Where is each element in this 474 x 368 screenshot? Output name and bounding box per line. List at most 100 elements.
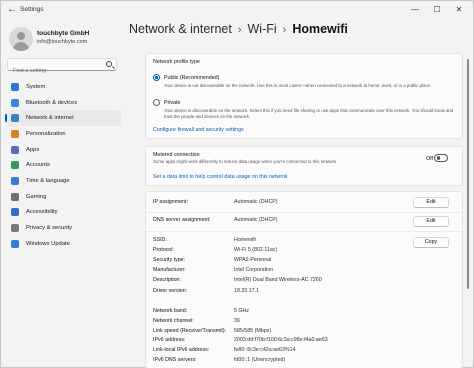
ip-assignment-label: IP assignment: <box>153 199 188 205</box>
property-value: Homewifi <box>234 237 256 243</box>
shield-icon <box>11 224 19 233</box>
private-option-desc: Your device is discoverable on the netwo… <box>164 108 454 119</box>
sidebar-item-label: Personalization <box>26 130 66 137</box>
data-limit-link[interactable]: Set a data limit to help control data us… <box>153 174 288 180</box>
property-label: Link speed (Receive/Transmit): <box>153 328 227 334</box>
sidebar-item[interactable]: Network & internet <box>5 110 121 127</box>
sidebar-item[interactable]: Time & language <box>5 173 121 189</box>
system-icon <box>11 82 19 91</box>
sidebar-item-label: Accounts <box>26 162 50 169</box>
property-label: IPv6 address: <box>153 337 186 343</box>
ip-assignment-value: Automatic (DHCP) <box>234 199 278 205</box>
property-value: 36 <box>234 318 240 324</box>
search-input[interactable] <box>8 65 98 77</box>
sidebar-item[interactable]: Accounts <box>5 157 121 173</box>
bluetooth-icon <box>11 98 19 107</box>
sidebar-item[interactable]: Accessibility <box>5 205 121 221</box>
property-label: Security type: <box>153 257 186 263</box>
avatar[interactable] <box>9 27 33 51</box>
avatar-body-shape <box>13 42 29 51</box>
accounts-icon <box>11 161 19 170</box>
private-option-label[interactable]: Private <box>164 100 181 106</box>
chevron-right-icon: › <box>237 24 242 36</box>
title-bar: ← Settings — ☐ ✕ <box>1 1 473 21</box>
scrollbar[interactable] <box>467 51 470 367</box>
property-label: Description: <box>153 277 181 283</box>
metered-toggle[interactable] <box>434 154 448 162</box>
scrollbar-thumb[interactable] <box>467 59 469 289</box>
property-value: WPA2-Personal <box>234 257 272 263</box>
property-value: 18.33.17.1 <box>234 288 260 294</box>
firewall-settings-link[interactable]: Configure firewall and security settings <box>153 127 244 133</box>
sidebar-item-label: Accessibility <box>26 209 58 216</box>
property-label: Manufacturer: <box>153 267 186 273</box>
public-radio[interactable] <box>153 74 160 81</box>
sidebar-nav: System Bluetooth & devices Network & inter… <box>5 79 121 252</box>
search-box[interactable] <box>7 58 117 77</box>
sidebar-item[interactable]: Gaming <box>5 189 121 205</box>
properties-card: IP assignment: Automatic (DHCP) Edit DNS… <box>145 191 463 368</box>
user-email: info@touchbyte.com <box>37 39 88 45</box>
sidebar-item[interactable]: System <box>5 79 121 95</box>
sidebar-item-label: System <box>26 83 46 90</box>
ip-edit-button[interactable]: Edit <box>413 197 449 208</box>
property-label: Protocol: <box>153 247 174 253</box>
minimize-icon[interactable]: — <box>405 3 425 17</box>
apps-icon <box>11 145 19 154</box>
network-profile-card: Network profile type Public (Recommended… <box>145 53 463 139</box>
close-icon[interactable]: ✕ <box>449 3 469 17</box>
property-label: Driver version: <box>153 288 188 294</box>
window-title: Settings <box>20 6 44 13</box>
personalization-icon <box>11 129 19 138</box>
property-label: IPv6 DNS servers: <box>153 357 197 363</box>
sidebar-item[interactable]: Privacy & security <box>5 220 121 236</box>
sidebar-item-label: Time & language <box>26 177 70 184</box>
property-label: Link-local IPv6 address: <box>153 347 210 353</box>
sidebar-item[interactable]: Personalization <box>5 126 121 142</box>
sidebar-item-label: Gaming <box>26 193 47 200</box>
settings-window: ← Settings — ☐ ✕ touchbyte GmbH info@tou… <box>0 0 474 368</box>
breadcrumb-wifi[interactable]: Wi-Fi <box>248 22 277 36</box>
sidebar-item-label: Windows Update <box>26 240 70 247</box>
divider <box>146 231 462 232</box>
metered-connection-card: Metered connection Some apps might work … <box>145 146 463 186</box>
breadcrumb: Network & internet › Wi-Fi › Homewifi <box>129 22 348 36</box>
sidebar-item[interactable]: Bluetooth & devices <box>5 95 121 111</box>
dns-assignment-value: Automatic (DHCP) <box>234 217 278 223</box>
profile-section-title: Network profile type <box>153 59 200 65</box>
property-value: 5 GHz <box>234 308 250 314</box>
sidebar-item[interactable]: Windows Update <box>5 236 121 252</box>
property-value: 585/585 (Mbps) <box>234 328 272 334</box>
property-value: 2003:dd:f70b:f100:6c3a:c98e:f4a0:ae63 <box>234 337 328 343</box>
metered-toggle-state: Off <box>426 156 433 162</box>
maximize-icon[interactable]: ☐ <box>427 3 447 17</box>
property-value: Intel(R) Dual Band Wireless-AC 7260 <box>234 277 322 283</box>
back-arrow-icon[interactable]: ← <box>7 4 17 15</box>
chevron-right-icon: › <box>282 24 287 36</box>
private-radio[interactable] <box>153 99 160 106</box>
metered-label: Metered connection <box>153 152 200 158</box>
sidebar-item-label: Bluetooth & devices <box>26 99 78 106</box>
property-value: Intel Corporation <box>234 267 274 273</box>
sidebar-item-label: Privacy & security <box>26 225 73 232</box>
sidebar-item[interactable]: Apps <box>5 142 121 158</box>
property-label: Network band: <box>153 308 188 314</box>
gaming-icon <box>11 192 19 201</box>
dns-assignment-label: DNS server assignment: <box>153 217 211 223</box>
public-option-desc: Your device is not discoverable on the n… <box>164 83 431 88</box>
public-option-label[interactable]: Public (Recommended) <box>164 75 219 81</box>
breadcrumb-network[interactable]: Network & internet <box>129 22 232 36</box>
time-language-icon <box>11 176 19 185</box>
sidebar-item-label: Apps <box>26 146 40 153</box>
page-title: Homewifi <box>292 22 348 36</box>
copy-button[interactable]: Copy <box>413 237 449 248</box>
property-value: fe80::8c3e:c42a:ae63%14 <box>234 347 296 353</box>
property-label: SSID: <box>153 237 167 243</box>
metered-desc: Some apps might work differently to redu… <box>153 159 337 164</box>
dns-edit-button[interactable]: Edit <box>413 216 449 227</box>
avatar-head-shape <box>17 32 25 40</box>
search-icon[interactable] <box>106 61 112 67</box>
windows-update-icon <box>11 239 19 248</box>
accessibility-icon <box>11 208 19 217</box>
property-label: Network channel: <box>153 318 194 324</box>
